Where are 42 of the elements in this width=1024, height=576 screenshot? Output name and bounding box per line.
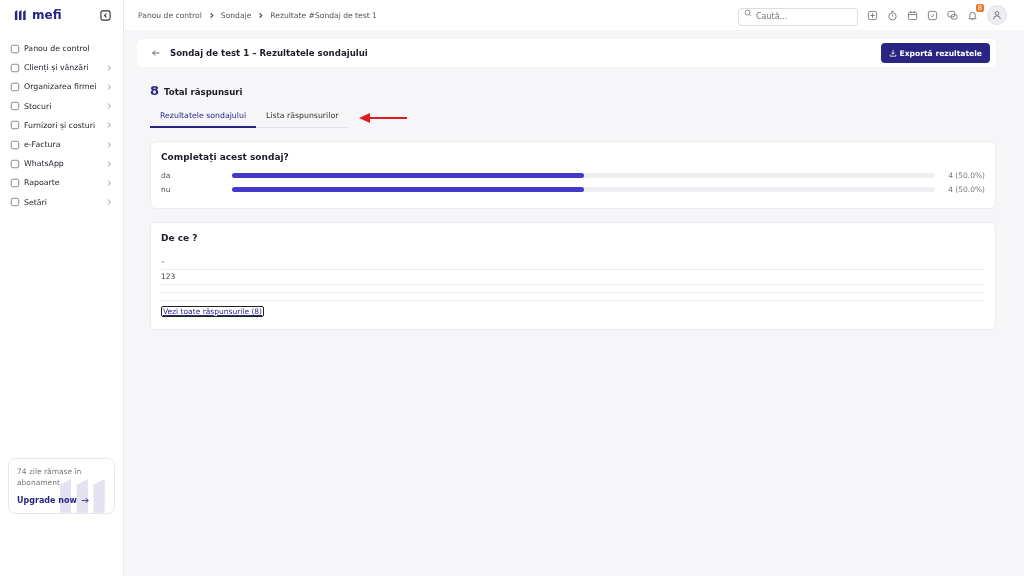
- menu-icon: [10, 197, 20, 208]
- menu-icon: [10, 81, 20, 92]
- back-arrow-icon[interactable]: [151, 48, 161, 58]
- menu-icon: [10, 139, 20, 150]
- chevron-right-icon: [105, 63, 113, 72]
- total-label: Total răspunsuri: [164, 87, 243, 97]
- total-count: 8: [150, 83, 160, 98]
- logo-icon: [14, 9, 29, 21]
- timer-icon[interactable]: [887, 9, 898, 21]
- bell-icon[interactable]: [967, 9, 978, 21]
- menu-icon: [10, 177, 20, 188]
- menu-icon: [10, 158, 20, 169]
- chevron-right-icon: [105, 140, 113, 149]
- chevron-right-icon: [105, 198, 113, 207]
- chevron-right-icon: [105, 102, 113, 111]
- add-icon[interactable]: [867, 9, 878, 21]
- download-icon: [888, 49, 897, 57]
- menu-icon: [10, 62, 20, 73]
- arrow-right-icon: [80, 497, 89, 504]
- chevron-right-icon: [105, 178, 113, 187]
- page-title: Sondaj de test 1 – Rezultatele sondajului: [170, 48, 369, 58]
- search-field[interactable]: Caută...: [738, 7, 858, 26]
- search-icon: [744, 9, 752, 18]
- menu-icon: [10, 43, 20, 54]
- chevron-right-icon: [105, 159, 113, 168]
- menu-icon: [10, 101, 20, 112]
- user-icon: [992, 10, 1002, 20]
- annotation-arrow: [358, 111, 409, 124]
- avatar[interactable]: [987, 5, 1007, 25]
- question-title: Completați acest sondaj?: [161, 152, 290, 162]
- menu-icon: [10, 120, 20, 131]
- chevron-right-icon: [105, 121, 113, 130]
- chevron-right-icon: [207, 11, 215, 19]
- chevron-right-icon: [257, 11, 265, 19]
- task-icon[interactable]: [927, 9, 938, 21]
- logo-text: mefi: [32, 8, 62, 22]
- upgrade-link[interactable]: Upgrade now: [17, 496, 106, 505]
- chat-icon[interactable]: [947, 9, 958, 21]
- collapse-sidebar-icon[interactable]: [100, 9, 111, 21]
- chevron-right-icon: [105, 82, 113, 91]
- calendar-icon[interactable]: [907, 9, 918, 21]
- question-title: De ce ?: [161, 233, 199, 243]
